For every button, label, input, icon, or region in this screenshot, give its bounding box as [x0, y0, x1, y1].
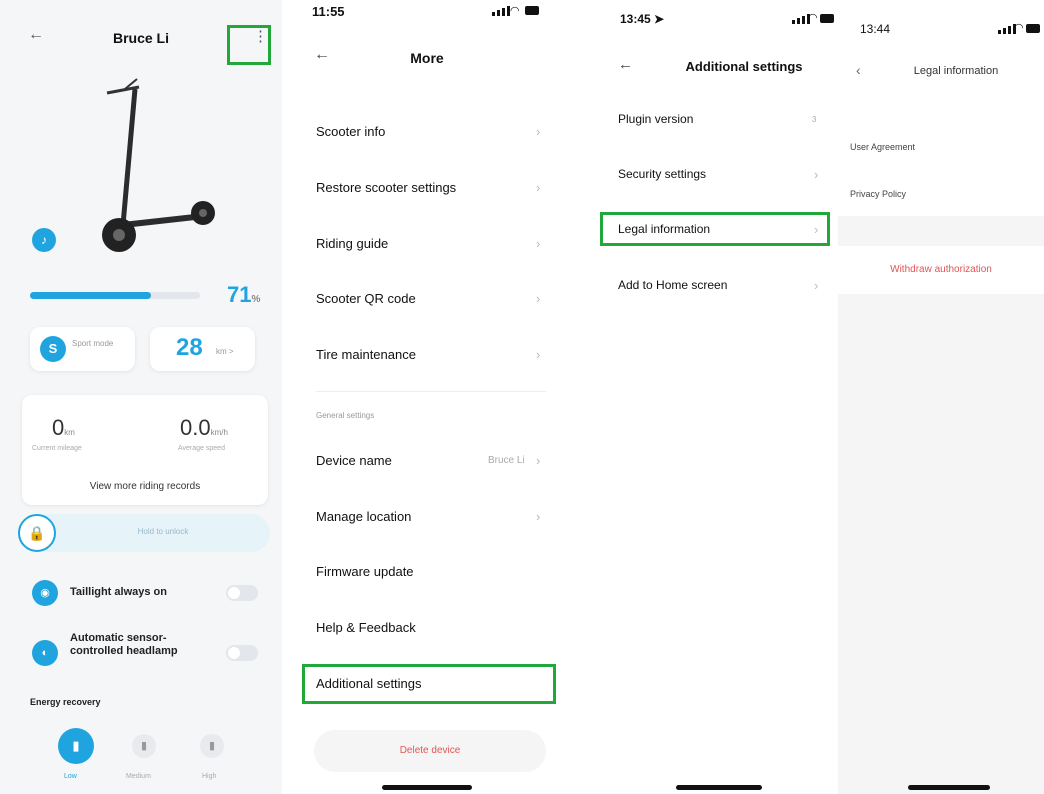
highlight-more-menu: [227, 25, 271, 65]
headlamp-label: Automatic sensor-controlled headlamp: [70, 632, 178, 657]
scooter-home-screen: ← Bruce Li ⋮ ♪ 71% S Sport mode 28 km > …: [0, 0, 282, 794]
chevron-right-icon: ›: [536, 236, 541, 251]
menu-item-riding-guide[interactable]: Riding guide: [316, 236, 388, 251]
speed-card[interactable]: 28 km >: [150, 327, 255, 371]
menu-item-user-agreement[interactable]: User Agreement: [850, 142, 915, 152]
status-time: 13:45 ➤: [620, 12, 664, 26]
wifi-icon: ◠: [808, 12, 818, 24]
status-time: 13:44: [860, 22, 891, 36]
page-title: Additional settings: [685, 59, 803, 74]
menu-item-help-feedback[interactable]: Help & Feedback: [316, 620, 416, 635]
chevron-right-icon: ›: [536, 347, 541, 362]
page-title: Legal information: [913, 65, 999, 77]
menu-item-add-home-screen[interactable]: Add to Home screen: [618, 278, 727, 292]
battery-unit: %: [251, 294, 261, 305]
highlight-legal-information: [600, 212, 830, 246]
menu-item-firmware-update[interactable]: Firmware update: [316, 564, 414, 579]
menu-item-security-settings[interactable]: Security settings: [618, 167, 706, 181]
energy-recovery-title: Energy recovery: [30, 697, 101, 707]
plugin-version-value: 3: [812, 115, 817, 124]
back-chevron-icon[interactable]: ‹: [856, 62, 861, 78]
energy-medium-label: Medium: [126, 773, 151, 780]
chevron-right-icon: ›: [536, 509, 541, 524]
menu-item-plugin-version: Plugin version: [618, 112, 694, 126]
speed-unit: km >: [216, 347, 234, 356]
location-arrow-icon: ➤: [654, 12, 665, 26]
withdraw-row: Withdraw authorization: [838, 246, 1044, 294]
withdraw-authorization-button[interactable]: Withdraw authorization: [838, 264, 1044, 275]
chevron-right-icon: ›: [814, 278, 819, 293]
battery-percent: 71%: [227, 282, 260, 308]
mileage-value: 0: [52, 415, 65, 440]
menu-item-restore-settings[interactable]: Restore scooter settings: [316, 180, 456, 195]
header-area: [838, 0, 1044, 126]
legal-list: User Agreement Privacy Policy: [838, 126, 1044, 216]
menu-item-privacy-policy[interactable]: Privacy Policy: [850, 189, 906, 199]
device-name-value: Bruce Li: [488, 455, 525, 466]
battery-bar-fill: [30, 292, 151, 299]
additional-settings-screen: 13:45 ➤ ◠ ← Additional settings Plugin v…: [582, 0, 838, 794]
home-indicator: [908, 785, 990, 790]
bell-icon[interactable]: ♪: [32, 228, 56, 252]
headlamp-toggle[interactable]: [226, 645, 258, 661]
legal-information-screen: 13:44 ◠ ‹ Legal information User Agreeme…: [838, 0, 1044, 794]
mileage-unit: km: [64, 428, 75, 437]
back-arrow-icon[interactable]: ←: [618, 56, 633, 73]
avg-speed-label: Average speed: [178, 445, 225, 452]
signal-icon: [492, 6, 510, 16]
chevron-right-icon: ›: [814, 167, 819, 182]
battery-icon: [525, 6, 539, 15]
mode-label: Sport mode: [72, 339, 114, 348]
chevron-right-icon: ›: [536, 124, 541, 139]
status-time-value: 13:45: [620, 12, 651, 26]
avg-speed-unit: km/h: [210, 428, 228, 437]
battery-icon: [1026, 24, 1040, 33]
lock-icon[interactable]: 🔒: [18, 514, 56, 552]
mileage-display: 0km: [52, 415, 75, 441]
speed-value: 28: [176, 334, 203, 361]
delete-device-button[interactable]: Delete device: [314, 730, 546, 772]
unlock-slider[interactable]: 🔒 Hold to unlock: [18, 514, 270, 552]
sport-mode-icon: S: [40, 336, 66, 362]
home-indicator: [382, 785, 472, 790]
mileage-label: Current mileage: [32, 445, 82, 452]
riding-stats-card: 0km Current mileage 0.0km/h Average spee…: [22, 395, 268, 505]
taillight-toggle[interactable]: [226, 585, 258, 601]
taillight-icon: ◉: [32, 580, 58, 606]
scooter-image: [102, 78, 215, 252]
energy-low-button[interactable]: ▮: [58, 728, 94, 764]
battery-bar-track: [30, 292, 200, 299]
headlamp-icon: ◐: [32, 640, 58, 666]
energy-high-label: High: [202, 773, 217, 780]
status-time: 11:55: [312, 4, 345, 19]
view-more-records-link[interactable]: View more riding records: [22, 481, 268, 492]
battery-icon: [820, 14, 834, 23]
section-label: General settings: [316, 411, 375, 420]
avg-speed-value: 0.0: [180, 415, 211, 440]
chevron-right-icon: ›: [536, 291, 541, 306]
menu-item-scooter-info[interactable]: Scooter info: [316, 124, 385, 139]
home-indicator: [676, 785, 762, 790]
chevron-right-icon: ›: [536, 180, 541, 195]
wifi-icon: ◠: [510, 5, 520, 17]
page-title: More: [410, 50, 444, 66]
chevron-right-icon: ›: [536, 453, 541, 468]
mode-card[interactable]: S Sport mode: [30, 327, 135, 371]
menu-item-qr-code[interactable]: Scooter QR code: [316, 291, 416, 306]
unlock-label: Hold to unlock: [137, 527, 189, 536]
more-screen: 11:55 ◠ ← More Scooter info › Restore sc…: [292, 0, 562, 794]
taillight-label: Taillight always on: [70, 586, 167, 598]
energy-high-button[interactable]: ▮: [200, 734, 224, 758]
highlight-additional-settings: [302, 664, 556, 704]
battery-value: 71: [227, 282, 252, 307]
menu-item-manage-location[interactable]: Manage location: [316, 509, 411, 524]
energy-low-label: Low: [64, 773, 77, 780]
wifi-icon: ◠: [1014, 22, 1024, 34]
menu-item-device-name[interactable]: Device name: [316, 453, 392, 468]
section-divider: [316, 391, 546, 392]
energy-medium-button[interactable]: ▮: [132, 734, 156, 758]
avg-speed-display: 0.0km/h: [180, 415, 228, 441]
menu-item-tire-maintenance[interactable]: Tire maintenance: [316, 347, 416, 362]
